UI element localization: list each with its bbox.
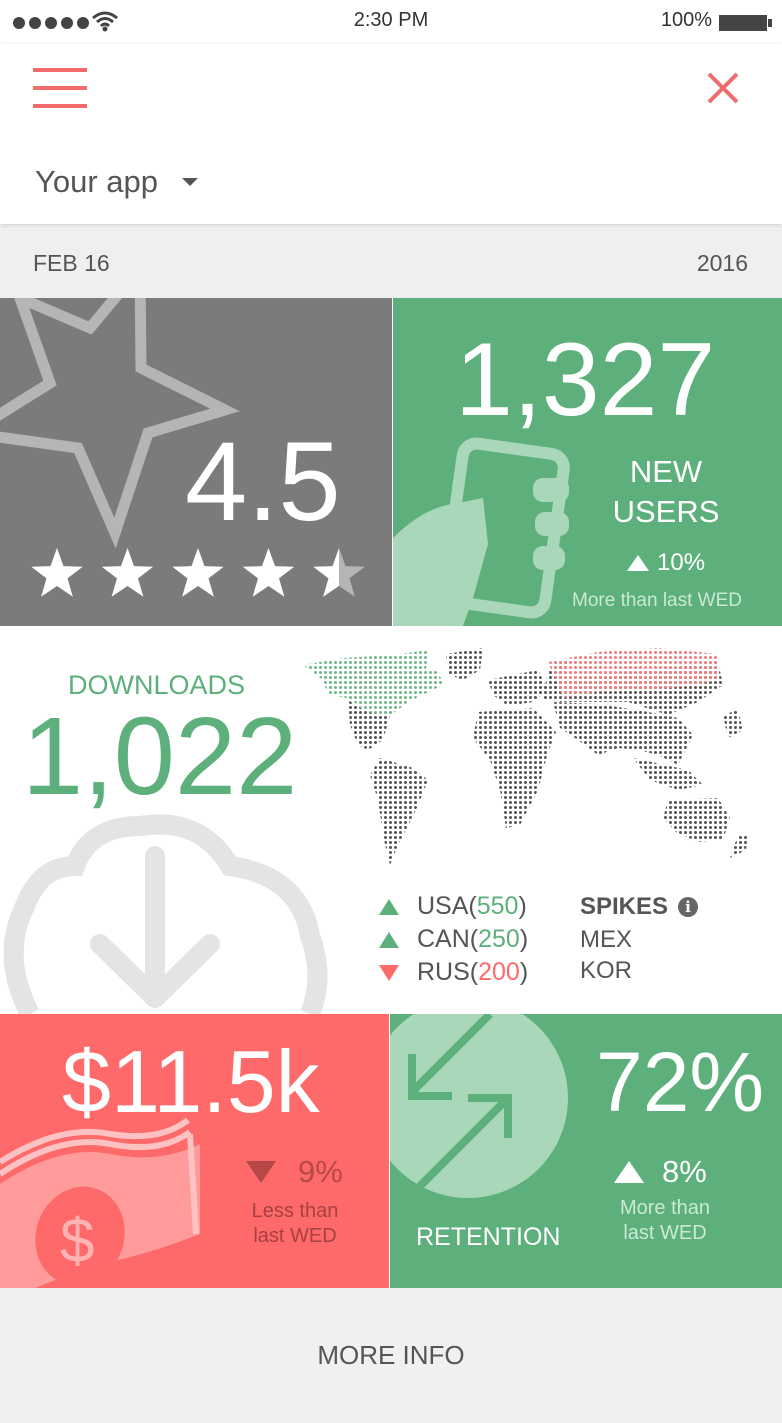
revenue-comparison-line2: last WED xyxy=(253,1225,337,1247)
revenue-tile[interactable]: $ $11.5k 9% Less than last WED xyxy=(0,1014,389,1288)
new-users-change-value: 10% xyxy=(657,549,706,576)
retention-comparison-line1: More than xyxy=(619,1197,711,1219)
retention-value: 72% xyxy=(596,1035,765,1129)
retention-tile[interactable]: 72% 8% More than last WED RETENTION xyxy=(390,1014,782,1288)
caret-down-icon xyxy=(181,178,198,186)
new-users-comparison: More than last WED xyxy=(572,590,742,611)
star-icon xyxy=(313,548,365,597)
date-label: FEB 16 xyxy=(33,250,110,276)
downloads-value: 1,022 xyxy=(22,695,298,818)
star-icon xyxy=(172,548,224,597)
info-icon[interactable]: i xyxy=(678,897,699,917)
year-label: 2016 xyxy=(696,250,748,276)
arrow-up-icon xyxy=(379,898,399,915)
country-code: USA xyxy=(417,892,469,920)
spike-item: MEX xyxy=(580,926,633,953)
svg-text:$: $ xyxy=(60,1207,94,1276)
rating-stars xyxy=(30,546,370,607)
spikes-panel: SPIKES i MEX KOR xyxy=(580,892,699,986)
arrow-up-icon xyxy=(627,555,649,571)
country-code: CAN xyxy=(417,925,470,953)
retention-label: RETENTION xyxy=(416,1223,561,1251)
spikes-title: SPIKES xyxy=(580,893,669,920)
revenue-value: $11.5k xyxy=(62,1032,320,1131)
paren-open: ( xyxy=(468,892,477,920)
legend-row-usa: USA (550) xyxy=(379,890,528,923)
arrow-down-icon xyxy=(246,1161,276,1183)
battery-percent: 100% xyxy=(660,9,712,31)
status-bar: 2:30 PM 100% xyxy=(0,0,782,44)
rating-value: 4.5 xyxy=(185,419,341,544)
paren-open: ( xyxy=(469,958,479,986)
country-code: RUS xyxy=(417,958,470,986)
app-selector[interactable]: Your app xyxy=(35,162,198,202)
spike-item: KOR xyxy=(580,957,633,984)
country-legend: USA (550) CAN (250) RUS (200) xyxy=(379,890,528,989)
revenue-change-value: 9% xyxy=(298,1154,343,1189)
country-count: 200 xyxy=(478,958,520,986)
new-users-value: 1,327 xyxy=(455,322,716,438)
world-map xyxy=(303,648,748,865)
arrow-up-icon xyxy=(614,1161,644,1183)
country-count: 550 xyxy=(476,892,519,920)
retention-change: 8% xyxy=(614,1154,707,1190)
close-icon[interactable] xyxy=(706,71,740,105)
paren-close: ) xyxy=(518,892,527,920)
paren-open: ( xyxy=(469,925,479,953)
paren-close: ) xyxy=(519,925,529,953)
star-icon xyxy=(31,548,83,597)
app-header: Your app xyxy=(0,44,782,224)
menu-icon[interactable] xyxy=(33,66,89,110)
arrow-up-icon xyxy=(379,931,399,948)
star-icon xyxy=(242,548,295,597)
revenue-change: 9% xyxy=(246,1154,343,1190)
new-users-label-line1: NEW xyxy=(629,454,703,489)
more-info-button[interactable]: MORE INFO xyxy=(0,1340,782,1371)
paren-close: ) xyxy=(519,958,529,986)
date-bar: FEB 16 2016 xyxy=(0,226,782,298)
retention-comparison-line2: last WED xyxy=(623,1222,707,1244)
rating-tile[interactable]: 4.5 xyxy=(0,298,392,626)
legend-row-rus: RUS (200) xyxy=(379,956,528,989)
new-users-tile[interactable]: 1,327 NEW USERS 10% More than last WED xyxy=(393,298,782,626)
footer: MORE INFO xyxy=(0,1288,782,1423)
new-users-label-line2: USERS xyxy=(612,494,720,529)
legend-row-can: CAN (250) xyxy=(379,923,528,956)
retention-change-value: 8% xyxy=(662,1154,707,1189)
country-count: 250 xyxy=(478,925,520,953)
revenue-comparison-line1: Less than xyxy=(251,1200,339,1222)
downloads-tile[interactable]: DOWNLOADS 1,022 USA (550) CAN (250) RUS … xyxy=(0,626,782,1014)
arrow-down-icon xyxy=(379,964,399,981)
new-users-change: 10% xyxy=(627,549,705,577)
star-icon xyxy=(101,548,154,597)
app-selector-label: Your app xyxy=(35,164,158,199)
battery-icon xyxy=(718,14,774,38)
